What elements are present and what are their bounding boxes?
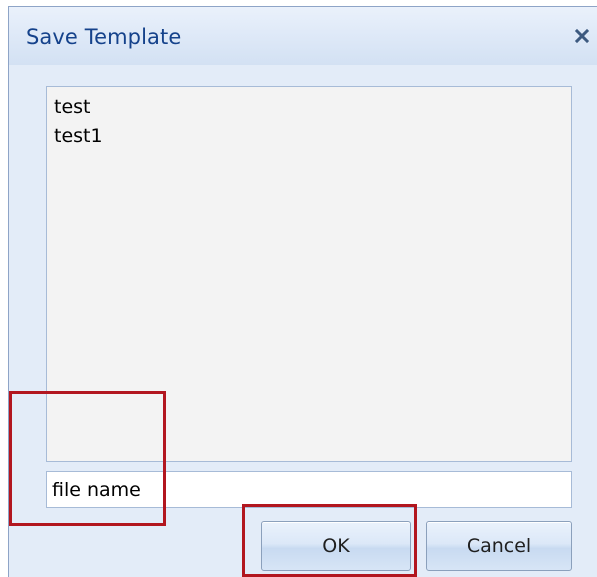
title-bar: Save Template xyxy=(9,7,597,65)
template-list[interactable]: test test1 xyxy=(46,86,572,462)
close-icon xyxy=(574,28,590,44)
close-button[interactable] xyxy=(569,23,595,49)
list-item[interactable]: test xyxy=(54,93,571,122)
file-name-input[interactable] xyxy=(46,471,572,508)
dialog-title: Save Template xyxy=(26,25,182,49)
dialog-body: test test1 OK Cancel xyxy=(9,65,597,577)
cancel-button[interactable]: Cancel xyxy=(426,521,572,571)
ok-button[interactable]: OK xyxy=(261,521,411,571)
list-item[interactable]: test1 xyxy=(54,122,571,151)
save-template-dialog: Save Template test test1 OK Cancel xyxy=(8,6,597,577)
